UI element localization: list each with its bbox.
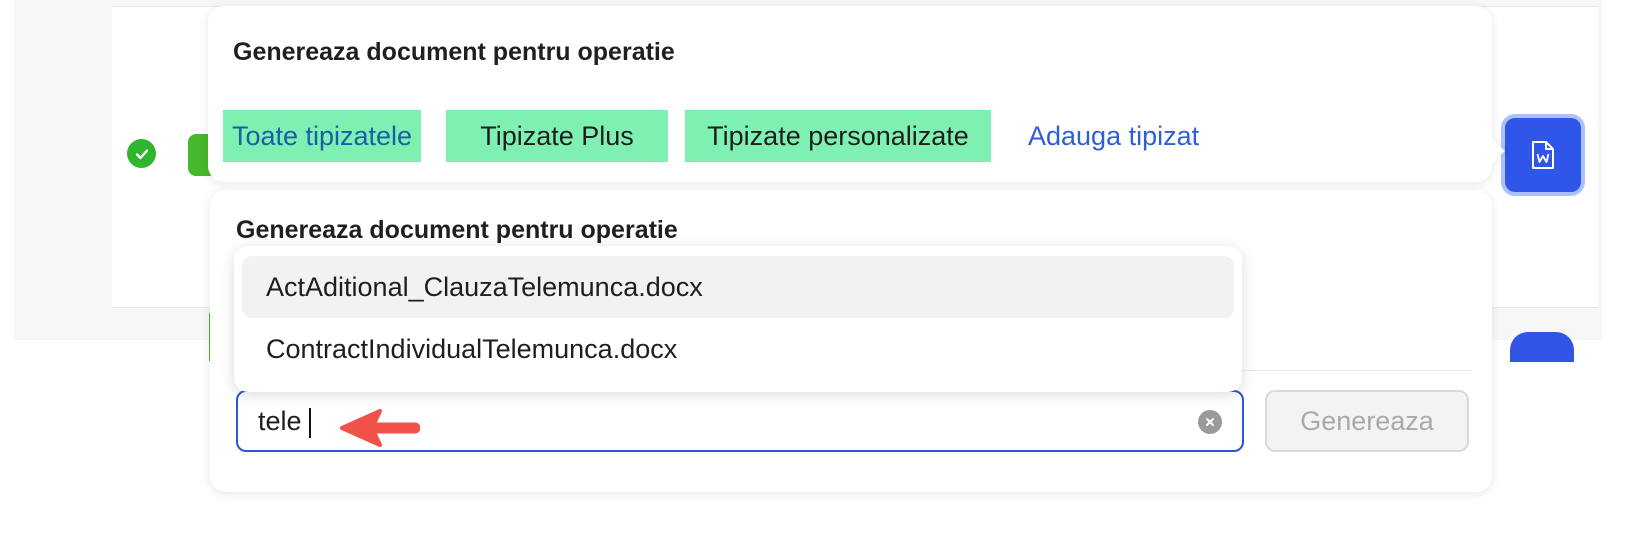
- list-item[interactable]: ActAditional_ClauzaTelemunca.docx: [242, 256, 1234, 318]
- word-button-partial: [1510, 332, 1574, 362]
- red-arrow-annotation: [340, 409, 420, 447]
- generate-button[interactable]: Genereaza: [1265, 390, 1469, 452]
- generate-word-document-button[interactable]: [1505, 118, 1581, 192]
- popover-title: Genereaza document pentru operatie: [233, 38, 675, 66]
- check-circle-icon: [127, 139, 156, 168]
- generate-document-popover-top: Genereaza document pentru operatie Toate…: [208, 6, 1492, 182]
- template-suggestions-dropdown: ActAditional_ClauzaTelemunca.docx Contra…: [234, 246, 1242, 392]
- popover-title: Genereaza document pentru operatie: [236, 216, 678, 244]
- clear-circle-icon[interactable]: [1198, 410, 1222, 434]
- add-template-link[interactable]: Adauga tipizat: [1028, 110, 1199, 162]
- word-document-icon: [1532, 141, 1554, 169]
- text-caret: [309, 408, 311, 438]
- tab-custom-templates[interactable]: Tipizate personalizate: [685, 110, 991, 162]
- tab-all-templates[interactable]: Toate tipizatele: [223, 110, 421, 162]
- tab-templates-plus[interactable]: Tipizate Plus: [446, 110, 668, 162]
- list-item[interactable]: ContractIndividualTelemunca.docx: [242, 318, 1234, 380]
